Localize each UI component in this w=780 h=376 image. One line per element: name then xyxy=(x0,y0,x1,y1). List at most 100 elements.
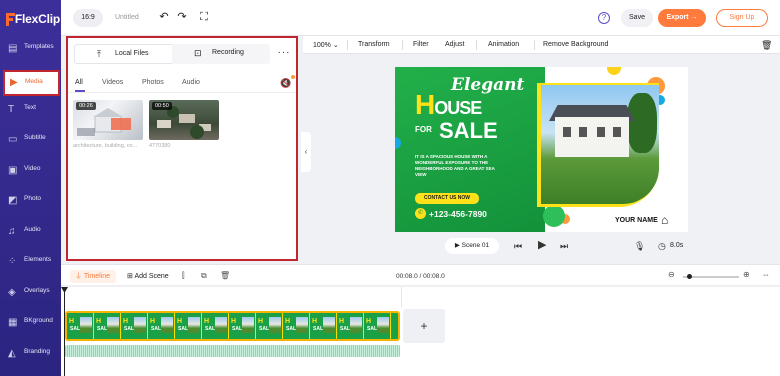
video-canvas[interactable]: Elegant HOUSE FOR SALE IT IS A SPACIOUS … xyxy=(395,67,688,232)
scene-selector[interactable]: ▶ Scene 01 xyxy=(445,238,499,254)
save-button[interactable]: Save xyxy=(621,9,653,27)
remove-background-button[interactable]: Remove Background xyxy=(543,41,608,48)
sidebar-item-label: Audio xyxy=(24,226,41,233)
tab-audio[interactable]: Audio xyxy=(182,79,200,86)
timeline-toolbar: ⏚ Timeline ⊞ Add Scene ⫿ ⧉ 🗑 00:08.0 / 0… xyxy=(61,264,780,286)
frame-letter: H xyxy=(69,318,75,325)
frame-letter: H xyxy=(150,318,156,325)
tree-shape xyxy=(627,93,657,153)
audio-icon: ♫ xyxy=(8,226,16,237)
scene-clip[interactable]: H SALE H SALE H SALE H SALE H SALE H SALE H SALE H SALE… xyxy=(65,311,400,341)
recording-button[interactable]: ⊡ Recording xyxy=(172,44,270,64)
frame-photo xyxy=(134,317,146,333)
home-icon: ⌂ xyxy=(661,213,669,227)
project-title[interactable]: Untitled xyxy=(115,14,139,21)
frame-letter: H xyxy=(258,318,264,325)
media-caption-1: architecture, building, co... xyxy=(73,143,138,149)
help-icon[interactable]: ? xyxy=(598,12,610,24)
sidebar-item-label: Media xyxy=(25,78,43,85)
adjust-button[interactable]: Adjust xyxy=(445,41,464,48)
audio-off-icon[interactable]: 🔇 xyxy=(280,75,295,88)
headline-house: HOUSE xyxy=(415,89,482,121)
add-scene-button[interactable]: ⊞ Add Scene xyxy=(127,272,169,280)
add-clip-button[interactable]: + xyxy=(403,309,445,343)
headline-sale: SALE xyxy=(439,118,498,143)
sidebar-item-branding[interactable]: ◭ Branding xyxy=(0,342,61,372)
clip-frame-thumbnail: H SALE xyxy=(283,313,310,339)
more-options-button[interactable]: ··· xyxy=(274,44,294,64)
zoom-select[interactable]: 100% ⌄ xyxy=(313,41,339,49)
toolbar-divider xyxy=(476,40,477,50)
play-small-icon: ▶ xyxy=(454,242,460,249)
media-thumbnail-1[interactable]: 00:26 xyxy=(73,100,143,140)
clip-frame-thumbnail: H SALE xyxy=(229,313,256,339)
sidebar-item-templates[interactable]: ▤ Templates xyxy=(0,37,61,67)
animation-button[interactable]: Animation xyxy=(488,41,519,48)
sidebar-item-text[interactable]: T Text xyxy=(0,98,61,128)
clip-frame-thumbnail: H SALE xyxy=(202,313,229,339)
transform-button[interactable]: Transform xyxy=(358,41,390,48)
trash-icon[interactable]: 🗑 xyxy=(761,40,772,51)
media-thumbnail-2[interactable]: 00:50 xyxy=(149,100,219,140)
headline-house-rest: OUSE xyxy=(434,98,482,118)
clip-frame-thumbnail: H SALE xyxy=(148,313,175,339)
sidebar-item-video[interactable]: ▣ Video xyxy=(0,159,61,189)
filter-button[interactable]: Filter xyxy=(413,41,429,48)
tab-photos[interactable]: Photos xyxy=(142,79,164,86)
your-name-label: YOUR NAME xyxy=(615,217,658,224)
sidebar-item-elements[interactable]: ⁘ Elements xyxy=(0,250,61,280)
sign-up-button[interactable]: Sign Up xyxy=(716,9,768,27)
sidebar-item-overlays[interactable]: ◈ Overlays xyxy=(0,281,61,311)
flexclip-logo[interactable]: FlexClip xyxy=(6,11,60,27)
sidebar-item-label: Templates xyxy=(24,43,54,50)
delete-icon[interactable]: 🗑 xyxy=(220,271,230,280)
frame-photo xyxy=(269,317,281,333)
export-button[interactable]: Export → xyxy=(658,9,706,27)
zoom-value: 100% xyxy=(313,42,331,49)
playhead[interactable] xyxy=(64,287,65,376)
frame-letter: H xyxy=(231,318,237,325)
tab-videos[interactable]: Videos xyxy=(102,79,123,86)
duration-badge: 00:50 xyxy=(152,102,172,110)
sidebar-item-media[interactable]: ▶ Media xyxy=(3,70,60,96)
window-shape xyxy=(597,127,605,137)
frame-letter: H xyxy=(177,318,183,325)
templates-icon: ▤ xyxy=(8,43,18,54)
redo-icon[interactable]: ↷ xyxy=(176,11,188,23)
next-icon[interactable]: ⏭ xyxy=(560,240,568,252)
decor-circle xyxy=(543,205,565,227)
sidebar-item-bkground[interactable]: ▦ BKground xyxy=(0,311,61,341)
zoom-out-icon[interactable]: ⊖ xyxy=(668,270,675,279)
tab-all[interactable]: All xyxy=(75,79,83,86)
zoom-in-icon[interactable]: ⊕ xyxy=(743,270,750,279)
collapse-panel-handle[interactable]: ‹ xyxy=(301,132,311,172)
frame-letter: H xyxy=(96,318,102,325)
body-copy: IT IS A SPACIOUS HOUSE WITH A WONDERFUL … xyxy=(415,154,495,177)
fit-timeline-icon[interactable]: ⇔ xyxy=(762,270,770,279)
contact-us-badge: CONTACT US NOW xyxy=(415,193,479,204)
media-caption-2: 4770380 xyxy=(149,143,171,149)
sidebar-item-label: Video xyxy=(24,165,41,172)
timeline-tab[interactable]: ⏚ Timeline xyxy=(70,270,116,283)
split-icon[interactable]: ⫿ xyxy=(182,271,185,281)
aspect-ratio-button[interactable]: 16:9 xyxy=(73,9,103,27)
fullscreen-icon[interactable]: ⛶ xyxy=(198,11,210,23)
editor-toolbar: 100% ⌄ Transform Filter Adjust Animation… xyxy=(303,36,780,54)
microphone-icon[interactable]: 🎙 xyxy=(634,240,645,252)
play-icon[interactable]: ▶ xyxy=(538,239,546,251)
sidebar-item-audio[interactable]: ♫ Audio xyxy=(0,220,61,250)
sidebar-item-subtitle[interactable]: ▭ Subtitle xyxy=(0,128,61,158)
sidebar-item-photo[interactable]: ◩ Photo xyxy=(0,189,61,219)
elements-icon: ⁘ xyxy=(8,256,17,267)
headline-house-initial: H xyxy=(415,89,435,120)
duplicate-icon[interactable]: ⧉ xyxy=(201,271,207,281)
local-files-button[interactable]: ⤒ Local Files xyxy=(74,44,174,64)
zoom-slider-handle[interactable] xyxy=(687,274,692,279)
house-photo xyxy=(541,85,659,204)
previous-icon[interactable]: ⏮ xyxy=(514,240,522,252)
audio-waveform[interactable] xyxy=(65,345,400,357)
undo-icon[interactable]: ↶ xyxy=(158,11,170,23)
scene-duration[interactable]: 8.0s xyxy=(670,242,683,249)
sidebar-item-label: Branding xyxy=(24,348,51,355)
text-icon: T xyxy=(8,104,15,115)
